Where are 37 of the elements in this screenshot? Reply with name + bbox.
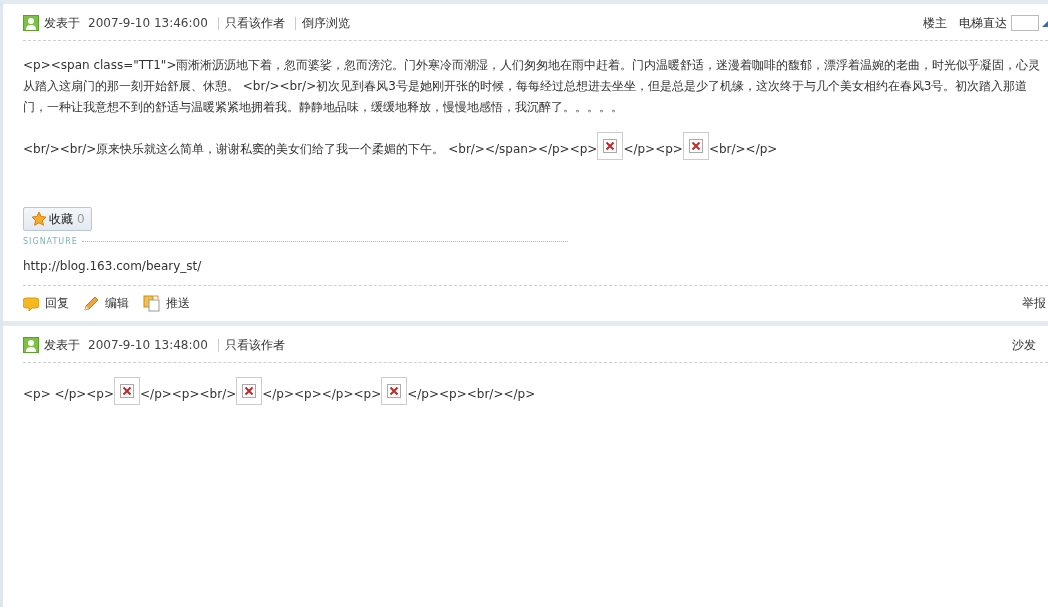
post-time: 2007-9-10 13:48:00	[88, 338, 208, 352]
star-icon	[31, 211, 47, 227]
posted-label: 发表于	[44, 336, 80, 354]
post-text: <p> </p><p>	[23, 387, 115, 401]
post-time: 2007-9-10 13:46:00	[88, 16, 208, 30]
post-text: </p><p></p><p>	[262, 387, 382, 401]
header-link[interactable]: 倒序浏览	[294, 16, 350, 30]
favorite-button[interactable]: 收藏 0	[23, 207, 92, 231]
broken-image-icon	[597, 132, 624, 160]
post-text: </p><p><br/>	[140, 387, 237, 401]
action-link[interactable]: 回复	[23, 295, 69, 312]
header-link[interactable]: 只看该作者	[217, 338, 285, 352]
avatar-icon	[23, 15, 39, 31]
documents-icon	[143, 295, 160, 312]
avatar-icon	[23, 337, 39, 353]
broken-image-icon	[682, 132, 709, 160]
post-text: </p><p>	[623, 142, 683, 156]
jump-label: 电梯直达	[959, 14, 1007, 32]
signature-heading: SIGNATURE	[23, 237, 78, 246]
header-link[interactable]: 只看该作者	[217, 16, 285, 30]
floor-label: 沙发	[1012, 336, 1036, 354]
floor-input-field[interactable]	[1011, 15, 1039, 31]
action-link[interactable]: 编辑	[83, 295, 129, 312]
broken-image-icon	[114, 377, 141, 405]
action-link[interactable]: 推送	[143, 295, 190, 312]
posted-label: 发表于	[44, 14, 80, 32]
post-text: </p><p><br/></p>	[407, 387, 536, 401]
post-text: <br/></p>	[708, 142, 778, 156]
pencil-icon	[83, 295, 99, 312]
report-link[interactable]: 举报	[1022, 295, 1046, 312]
signature-text: http://blog.163.com/beary_st/	[23, 258, 1048, 286]
floor-label: 楼主	[923, 14, 947, 32]
post-text: <br/><br/>原来快乐就这么简单，谢谢私窦的美女们给了我一个柔媚的下午。 <br/></span></p><p>	[23, 142, 598, 156]
broken-image-icon	[381, 377, 408, 405]
broken-image-icon	[236, 377, 263, 405]
speech-bubble-icon	[23, 295, 39, 312]
post-text: <p><span class="TT1">雨淅淅沥沥地下着，忽而婆娑，忽而滂沱。门外寒冷而潮湿，人们匆匆地在雨中赶着。门内温暖舒适，迷漫着咖啡的馥郁，漂浮着温婉的老曲，时光似乎凝固，心灵从踏入这扇门的那一刻开始舒展、休憩。 <br/><br/>初次见到春风3号是她刚开张的时候，每每经过总想进去坐坐，但是总是少了机缘，这次终于与几个美女相约在春风3号。初次踏入那道门，一种让我意想不到的舒适与温暖紧紧地拥着我。静静地品味，缓缓地释放，慢慢地感悟，我沉醉了。。。。。	[23, 58, 1041, 114]
